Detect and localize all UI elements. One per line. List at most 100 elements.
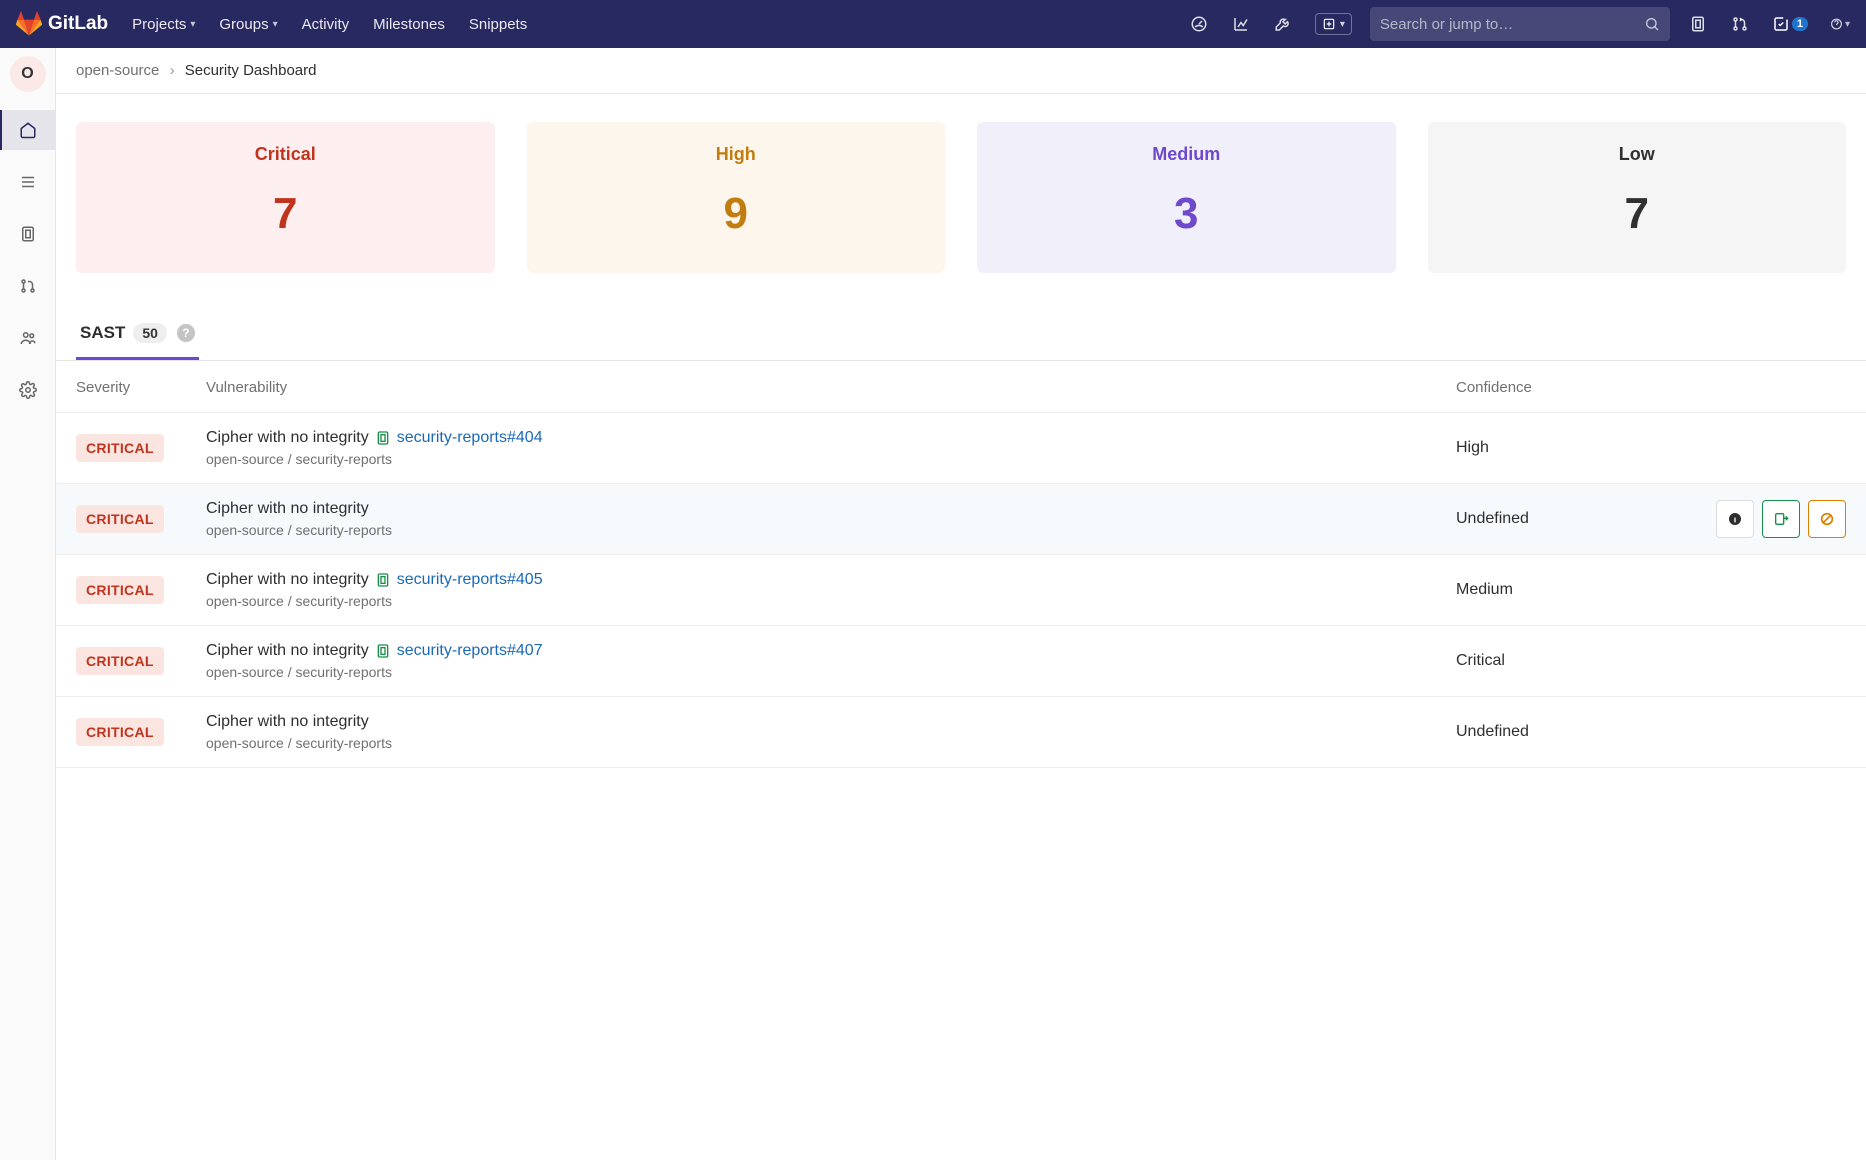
sidebar-epics[interactable]: [2, 162, 54, 202]
tab-sast-count: 50: [133, 323, 167, 343]
nav-snippets[interactable]: Snippets: [469, 16, 527, 33]
issue-link[interactable]: security-reports#405: [397, 571, 543, 589]
help-icon[interactable]: ?: [177, 324, 195, 342]
vulnerability-title: Cipher with no integrity: [206, 642, 369, 660]
nav-projects[interactable]: Projects▾: [132, 16, 195, 33]
card-medium[interactable]: Medium 3: [977, 122, 1396, 273]
card-high[interactable]: High 9: [527, 122, 946, 273]
issue-icon: [375, 643, 391, 659]
nav-activity[interactable]: Activity: [302, 16, 350, 33]
issue-icon: [375, 430, 391, 446]
vulnerability-title: Cipher with no integrity: [206, 713, 369, 731]
issue-link[interactable]: security-reports#407: [397, 642, 543, 660]
card-critical-label: Critical: [86, 144, 485, 165]
severity-badge: CRITICAL: [76, 576, 164, 604]
todo-count: 1: [1792, 17, 1808, 31]
home-shield-icon: [19, 121, 37, 139]
breadcrumb-page: Security Dashboard: [185, 62, 317, 79]
group-avatar[interactable]: O: [10, 56, 46, 92]
navbar-extra-icons: ▾: [1189, 13, 1352, 35]
vulnerability-table-body: CRITICAL Cipher with no integrity security…: [56, 413, 1866, 768]
sidebar-settings[interactable]: [2, 370, 54, 410]
project-path: open-source / security-reports: [206, 735, 1456, 751]
table-row[interactable]: CRITICALCipher with no integritysecurity…: [56, 555, 1866, 626]
table-row[interactable]: CRITICALCipher with no integritysecurity…: [56, 413, 1866, 484]
breadcrumb-group[interactable]: open-source: [76, 62, 159, 79]
top-navbar: GitLab Projects▾ Groups▾ Activity Milest…: [0, 0, 1866, 48]
sidebar-security-dashboard[interactable]: [0, 110, 55, 150]
chevron-down-icon: ▾: [190, 19, 195, 30]
left-sidebar: O: [0, 48, 56, 1160]
card-medium-value: 3: [987, 189, 1386, 239]
column-confidence: Confidence: [1456, 379, 1686, 396]
chevron-right-icon: ›: [170, 62, 175, 79]
todos-icon[interactable]: 1: [1772, 15, 1808, 33]
search-input[interactable]: [1380, 16, 1644, 33]
check-icon: [1772, 15, 1790, 33]
more-info-button[interactable]: [1716, 500, 1754, 538]
severity-badge: CRITICAL: [76, 647, 164, 675]
confidence-value: High: [1456, 439, 1489, 456]
severity-badge: CRITICAL: [76, 434, 164, 462]
dismiss-button[interactable]: [1808, 500, 1846, 538]
column-vulnerability: Vulnerability: [206, 379, 1456, 396]
project-path: open-source / security-reports: [206, 522, 1456, 538]
merge-request-icon: [19, 277, 37, 295]
chevron-down-icon: ▾: [1340, 19, 1345, 30]
report-tabs: SAST 50 ?: [56, 309, 1866, 361]
sidebar-issues[interactable]: [2, 214, 54, 254]
breadcrumb: open-source › Security Dashboard: [56, 48, 1866, 94]
card-low-label: Low: [1438, 144, 1837, 165]
help-icon: [1830, 15, 1843, 33]
table-row[interactable]: CRITICAL Cipher with no integrity open-sou…: [56, 697, 1866, 768]
plus-dropdown[interactable]: ▾: [1315, 13, 1352, 35]
column-actions: [1686, 379, 1846, 396]
gitlab-logo[interactable]: GitLab: [16, 11, 108, 37]
issues-icon[interactable]: [1688, 14, 1708, 34]
card-low-value: 7: [1438, 189, 1837, 239]
gear-icon: [19, 381, 37, 399]
merge-request-icon[interactable]: [1730, 14, 1750, 34]
brand-name: GitLab: [48, 13, 108, 35]
table-row[interactable]: CRITICAL Cipher with no integrity open-sou…: [56, 484, 1866, 555]
project-path: open-source / security-reports: [206, 593, 1456, 609]
sidebar-merge-requests[interactable]: [2, 266, 54, 306]
project-path: open-source / security-reports: [206, 664, 1456, 680]
confidence-value: Undefined: [1456, 510, 1529, 527]
gitlab-icon: [16, 11, 42, 37]
confidence-value: Critical: [1456, 652, 1505, 669]
main-content: open-source › Security Dashboard Critica…: [56, 48, 1866, 1160]
epic-icon: [19, 173, 37, 191]
issue-icon: [375, 572, 391, 588]
severity-summary-cards: Critical 7 High 9 Medium 3 Low 7: [56, 94, 1866, 293]
issues-icon: [19, 225, 37, 243]
card-critical[interactable]: Critical 7: [76, 122, 495, 273]
severity-badge: CRITICAL: [76, 505, 164, 533]
tab-sast-label: SAST: [80, 323, 125, 343]
card-high-label: High: [537, 144, 936, 165]
tab-sast[interactable]: SAST 50 ?: [76, 309, 199, 360]
create-issue-button[interactable]: [1762, 500, 1800, 538]
chevron-down-icon: ▾: [273, 19, 278, 30]
card-medium-label: Medium: [987, 144, 1386, 165]
global-search[interactable]: [1370, 7, 1670, 41]
search-icon: [1644, 16, 1660, 32]
card-low[interactable]: Low 7: [1428, 122, 1847, 273]
column-severity: Severity: [76, 379, 206, 396]
vulnerability-title: Cipher with no integrity: [206, 500, 369, 518]
table-row[interactable]: CRITICAL Cipher with no integrity security…: [56, 626, 1866, 697]
sidebar-members[interactable]: [2, 318, 54, 358]
nav-groups[interactable]: Groups▾: [219, 16, 277, 33]
confidence-value: Medium: [1456, 581, 1513, 598]
table-header: Severity Vulnerability Confidence: [56, 361, 1866, 413]
issue-link[interactable]: security-reports#404: [397, 429, 543, 447]
chart-icon[interactable]: [1231, 14, 1251, 34]
dashboard-icon[interactable]: [1189, 14, 1209, 34]
project-path: open-source / security-reports: [206, 451, 1456, 467]
card-critical-value: 7: [86, 189, 485, 239]
help-dropdown[interactable]: ▾: [1830, 14, 1850, 34]
severity-badge: CRITICAL: [76, 718, 164, 746]
nav-milestones[interactable]: Milestones: [373, 16, 445, 33]
wrench-icon[interactable]: [1273, 14, 1293, 34]
card-high-value: 9: [537, 189, 936, 239]
